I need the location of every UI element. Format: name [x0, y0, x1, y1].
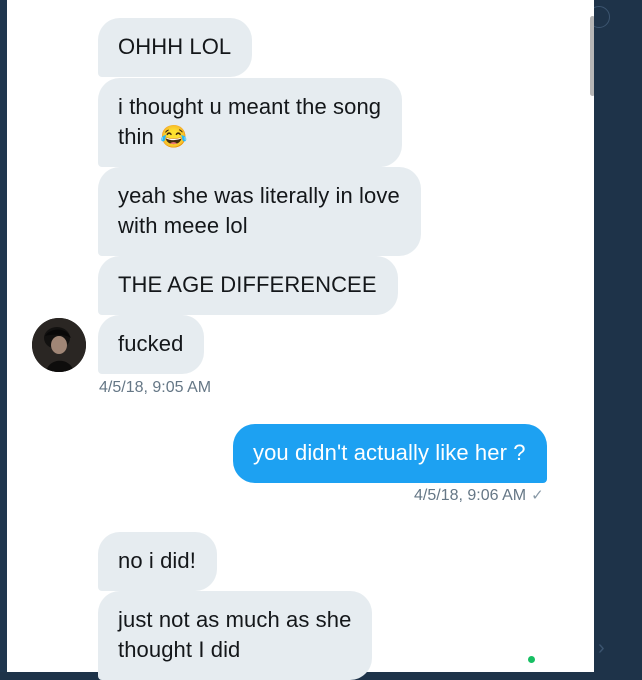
online-status-dot — [528, 656, 535, 663]
scrollbar-thumb[interactable] — [590, 16, 594, 96]
checkmark-icon: ✓ — [531, 487, 544, 504]
user-avatar[interactable] — [32, 318, 86, 372]
message-bubble-incoming[interactable]: OHHH LOL — [98, 18, 253, 77]
message-bubble-incoming[interactable]: i thought u meant the song thin 😂 — [98, 78, 403, 167]
sent-time: 4/5/18, 9:06 AM — [414, 487, 527, 504]
right-side-background — [594, 0, 642, 672]
message-bubble-outgoing[interactable]: you didn't actually like her ? — [233, 424, 547, 483]
avatar-portrait-icon — [32, 318, 86, 372]
message-bubble-incoming[interactable]: THE AGE DIFFERENCEE — [98, 256, 398, 315]
chevron-right-icon[interactable]: › — [598, 638, 605, 658]
message-bubble-incoming[interactable]: fucked — [98, 315, 205, 374]
left-side-strip — [0, 0, 7, 672]
message-bubble-incoming[interactable]: yeah she was literally in love with meee… — [98, 167, 421, 256]
message-bubble-incoming[interactable]: no i did! — [98, 532, 217, 591]
message-timestamp: 4/5/18, 9:05 AM — [99, 379, 212, 396]
message-text: i thought u meant the song thin 😂 — [118, 94, 382, 149]
message-timestamp-sent: 4/5/18, 9:06 AM ✓ — [414, 487, 544, 505]
message-bubble-incoming[interactable]: just not as much as she thought I did — [98, 591, 373, 680]
